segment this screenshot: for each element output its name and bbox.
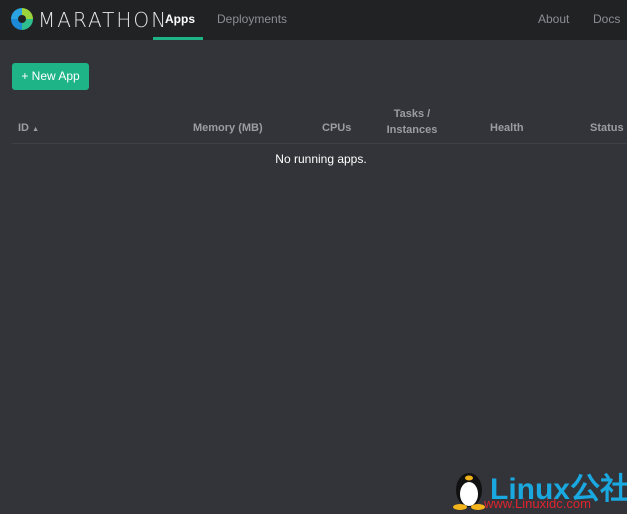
column-tasks-line2: Instances xyxy=(386,124,438,136)
column-health[interactable]: Health xyxy=(490,122,524,134)
column-tasks[interactable]: Tasks / Instances xyxy=(382,106,442,138)
tab-apps[interactable]: Apps xyxy=(165,12,195,26)
column-id[interactable]: ID ▲ xyxy=(18,122,39,134)
marathon-logo-icon[interactable] xyxy=(11,8,33,30)
empty-state-message: No running apps. xyxy=(275,152,367,166)
brand-name[interactable]: MARATHON xyxy=(38,8,168,32)
column-memory[interactable]: Memory (MB) xyxy=(193,122,263,134)
column-id-label: ID xyxy=(18,122,29,134)
table-header-divider xyxy=(12,143,627,144)
new-app-button[interactable]: + New App xyxy=(12,63,89,90)
active-tab-indicator xyxy=(153,37,203,40)
sort-ascending-icon: ▲ xyxy=(32,126,39,133)
nav-about[interactable]: About xyxy=(538,12,569,26)
top-nav: MARATHON Apps Deployments About Docs xyxy=(0,0,627,40)
tux-penguin-icon xyxy=(453,473,485,510)
column-status[interactable]: Status xyxy=(590,122,624,134)
tab-deployments[interactable]: Deployments xyxy=(217,12,287,26)
watermark-url: www.Linuxidc.com xyxy=(484,496,591,511)
nav-docs[interactable]: Docs xyxy=(593,12,620,26)
column-cpus[interactable]: CPUs xyxy=(322,122,351,134)
column-tasks-line1: Tasks / xyxy=(393,108,431,120)
